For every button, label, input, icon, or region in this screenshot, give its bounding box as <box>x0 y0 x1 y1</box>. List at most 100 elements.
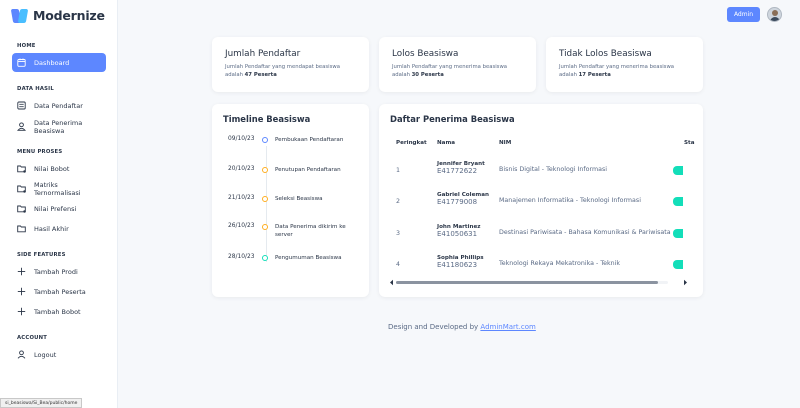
timeline-date: 09/10/23 <box>228 136 255 142</box>
stat-card-pendaftar: Jumlah Pendaftar Jumlah Pendaftar yang m… <box>212 37 369 92</box>
sidebar-item-data-penerima[interactable]: Data Penerima Beasiswa <box>12 117 106 136</box>
scroll-right-arrow-icon[interactable] <box>683 279 688 288</box>
sidebar-item-matriks[interactable]: Matriks Ternormalisasi <box>12 179 106 198</box>
status-badge <box>673 197 683 206</box>
sidebar-item-nilai-prefensi[interactable]: Nilai Prefensi <box>12 199 106 218</box>
column-header-nim: NIM <box>499 140 512 146</box>
timeline-dot <box>262 167 268 173</box>
calendar-icon <box>17 58 26 67</box>
timeline-card: Timeline Beasiswa 09/10/23 Pembukaan Pen… <box>212 104 369 297</box>
recipient-nim: E41779008 <box>437 198 478 206</box>
timeline-date: 20/10/23 <box>228 166 255 172</box>
sidebar-item-label: Data Penerima Beasiswa <box>34 118 83 135</box>
sidebar-item-tambah-prodi[interactable]: Tambah Prodi <box>12 262 106 281</box>
section-side-features: SIDE FEATURES <box>17 252 66 258</box>
sidebar-item-label: Nilai Bobot <box>34 164 70 173</box>
status-badge <box>673 260 683 269</box>
footer: Design and Developed by AdminMart.com <box>388 323 536 331</box>
timeline-title: Timeline Beasiswa <box>223 114 311 124</box>
scroll-thumb[interactable] <box>396 281 658 284</box>
footer-text: Design and Developed by <box>388 323 479 331</box>
status-badge <box>673 166 683 175</box>
recipient-nim: E41180623 <box>437 261 478 269</box>
table-cell-rank: 3 <box>396 230 401 237</box>
table-cell-nama: Sophia Phillips E41180623 <box>437 255 484 269</box>
timeline-event: 26/10/23 Data Penerima dikirim ke server <box>228 223 355 239</box>
sidebar-item-hasil-akhir[interactable]: Hasil Akhir <box>12 219 106 238</box>
timeline-line <box>265 146 267 262</box>
sidebar-item-label: Hasil Akhir <box>34 224 69 233</box>
stat-title: Jumlah Pendaftar <box>225 49 301 59</box>
brand[interactable]: Modernize <box>10 8 105 23</box>
sidebar-item-label: Data Pendaftar <box>34 101 83 110</box>
table-cell-prodi: Bisnis Digital - Teknologi Informasi <box>499 166 607 173</box>
table-cell-prodi: Teknologi Rekaya Mekatronika - Teknik <box>499 260 621 267</box>
sidebar-item-label: Tambah Bobot <box>34 307 81 316</box>
timeline-text: Penutupan Pendaftaran <box>275 167 341 173</box>
sidebar-item-tambah-bobot[interactable]: Tambah Bobot <box>12 302 106 321</box>
timeline-event: 28/10/23 Pengumuman Beasiswa <box>228 254 355 262</box>
footer-link[interactable]: AdminMart.com <box>480 323 535 331</box>
column-header-nama: Nama <box>437 140 456 146</box>
timeline-date: 26/10/23 <box>228 223 255 229</box>
stat-title: Tidak Lolos Beasiswa <box>559 49 652 59</box>
timeline-dot <box>262 137 268 143</box>
timeline-dot <box>262 255 268 261</box>
stat-desc: Jumlah Pendaftar yang menerima beasiswa … <box>392 64 508 79</box>
recipient-nim: E41772622 <box>437 167 478 175</box>
sidebar-item-label: Nilai Prefensi <box>34 204 77 213</box>
list-icon <box>17 101 26 110</box>
recipients-card: Daftar Penerima Beasiswa Peringkat Nama … <box>379 104 703 297</box>
timeline-dot <box>262 224 268 230</box>
sidebar-item-dashboard[interactable]: Dashboard <box>12 53 106 72</box>
stat-title: Lolos Beasiswa <box>392 49 459 59</box>
timeline-date: 21/10/23 <box>228 195 255 201</box>
sidebar-item-logout[interactable]: Logout <box>12 345 106 364</box>
section-home: HOME <box>17 43 36 49</box>
folder-icon <box>17 184 26 193</box>
table-cell-prodi: Manajemen Informatika - Teknologi Inform… <box>499 197 641 204</box>
sidebar: Modernize HOME Dashboard DATA HASIL Data… <box>0 0 118 408</box>
table-cell-prodi: Destinasi Pariwisata - Bahasa Komunikasi… <box>499 229 671 236</box>
plus-icon <box>17 307 26 316</box>
plus-icon <box>17 267 26 276</box>
timeline-event: 09/10/23 Pembukaan Pendaftaran <box>228 136 355 144</box>
section-data-hasil: DATA HASIL <box>17 86 54 92</box>
sidebar-item-tambah-peserta[interactable]: Tambah Peserta <box>12 282 106 301</box>
status-badge <box>673 229 683 238</box>
folder-icon <box>17 164 26 173</box>
user-icon <box>17 350 26 359</box>
admin-button[interactable]: Admin <box>727 7 760 22</box>
table-cell-rank: 1 <box>396 167 401 174</box>
timeline-text: Data Penerima dikirim ke server <box>275 224 346 239</box>
horizontal-scrollbar[interactable] <box>385 278 687 288</box>
recipient-nim: E41050631 <box>437 230 478 238</box>
column-header-rank: Peringkat <box>396 140 427 146</box>
recipients-title: Daftar Penerima Beasiswa <box>390 114 515 124</box>
column-header-status: Sta <box>684 140 695 146</box>
sidebar-item-data-pendaftar[interactable]: Data Pendaftar <box>12 96 106 115</box>
table-cell-nama: John Martinez E41050631 <box>437 224 481 238</box>
stat-card-lolos: Lolos Beasiswa Jumlah Pendaftar yang men… <box>379 37 536 92</box>
stat-count: 30 Peserta <box>411 72 444 79</box>
timeline-text: Seleksi Beasiswa <box>275 196 323 202</box>
timeline-event: 20/10/23 Penutupan Pendaftaran <box>228 166 355 174</box>
scroll-left-arrow-icon[interactable] <box>389 279 394 288</box>
folder-icon <box>17 224 26 233</box>
timeline-text: Pembukaan Pendaftaran <box>275 137 344 143</box>
sidebar-item-label: Logout <box>34 350 57 359</box>
status-url: si_beasiswa/Si_Bea/public/home <box>5 400 78 406</box>
avatar[interactable] <box>767 7 782 22</box>
stat-count: 47 Peserta <box>244 72 277 79</box>
section-account: ACCOUNT <box>17 335 48 341</box>
brand-logo-icon <box>10 8 29 23</box>
stat-card-tidak-lolos: Tidak Lolos Beasiswa Jumlah Pendaftar ya… <box>546 37 703 92</box>
stat-desc: Jumlah Pendaftar yang menerima beasiswa … <box>559 64 675 79</box>
sidebar-item-label: Dashboard <box>34 58 70 67</box>
timeline-date: 28/10/23 <box>228 254 255 260</box>
browser-status-bar: si_beasiswa/Si_Bea/public/home <box>0 398 83 408</box>
sidebar-item-nilai-bobot[interactable]: Nilai Bobot <box>12 159 106 178</box>
plus-icon <box>17 287 26 296</box>
timeline-event: 21/10/23 Seleksi Beasiswa <box>228 195 355 203</box>
timeline-dot <box>262 196 268 202</box>
